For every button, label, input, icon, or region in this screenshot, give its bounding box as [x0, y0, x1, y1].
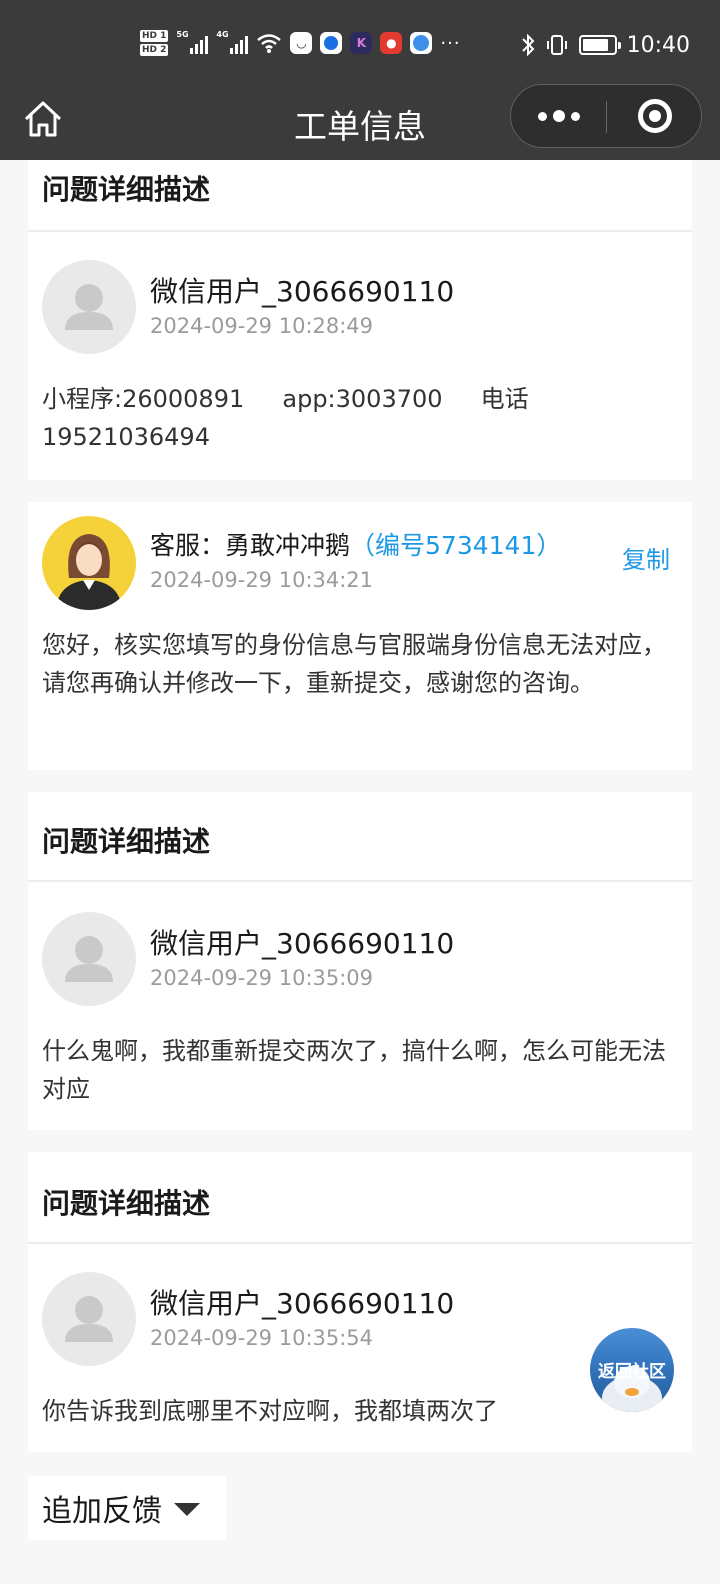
- more-notifications-icon: ···: [440, 32, 461, 54]
- red-app-icon: ●: [380, 32, 403, 54]
- description-card-2: 问题详细描述 微信用户_3066690110 2024-09-29 10:35:…: [28, 792, 692, 1130]
- return-community-label: 返回社区: [598, 1362, 666, 1382]
- miniprogram-capsule: [510, 84, 702, 148]
- section-title: 问题详细描述: [42, 173, 211, 206]
- timestamp: 2024-09-29 10:34:21: [150, 568, 374, 592]
- copy-button[interactable]: 复制: [622, 540, 670, 575]
- signal-4g-icon: 4G: [216, 30, 249, 54]
- clock: 10:40: [626, 32, 690, 58]
- user-placeholder-icon: [65, 936, 113, 982]
- battery-icon: [578, 35, 621, 55]
- section-title: 问题详细描述: [42, 1187, 211, 1220]
- description-card-1: 问题详细描述 微信用户_3066690110 2024-09-29 10:28:…: [28, 160, 692, 480]
- message-text: 什么鬼啊，我都重新提交两次了，搞什么啊，怎么可能无法对应: [42, 1037, 666, 1103]
- more-menu-button[interactable]: [511, 85, 606, 147]
- return-community-button[interactable]: 返回社区: [590, 1328, 674, 1412]
- user-placeholder-icon: [65, 1296, 113, 1342]
- agent-reply-card: 客服：勇敢冲冲鹅（编号5734141） 复制 2024-09-29 10:34:…: [28, 502, 692, 770]
- divider: [28, 230, 692, 232]
- user-name: 微信用户_3066690110: [150, 1287, 455, 1320]
- message-text: 小程序:26000891 app:3003700 电话19521036494: [42, 385, 529, 451]
- agent-id: （编号5734141）: [350, 531, 562, 560]
- section-title: 问题详细描述: [42, 825, 211, 858]
- hd-badges: HD 1 HD 2: [140, 30, 169, 56]
- top-bar: HD 1 HD 2 5G 4G ◡ K ● ··· 10:40 工单信息: [0, 0, 720, 160]
- status-bar: HD 1 HD 2 5G 4G ◡ K ● ··· 10:40: [0, 0, 720, 84]
- user-name: 微信用户_3066690110: [150, 275, 455, 308]
- circle-app-icon: [320, 32, 343, 54]
- agent-avatar-image: [56, 534, 122, 610]
- user-name: 微信用户_3066690110: [150, 927, 455, 960]
- dropdown-triangle-icon: [174, 1502, 200, 1516]
- nav-bar: 工单信息: [0, 84, 720, 160]
- divider: [28, 880, 692, 882]
- add-feedback-label: 追加反馈: [42, 1494, 162, 1529]
- target-icon: [637, 99, 672, 133]
- agent-label: 客服：勇敢冲冲鹅: [150, 531, 351, 560]
- timestamp: 2024-09-29 10:35:54: [150, 1326, 374, 1350]
- browser-icon: [410, 32, 433, 54]
- add-feedback-button[interactable]: 追加反馈: [28, 1476, 226, 1540]
- signal-tag-4g: 4G: [216, 30, 229, 39]
- signal-5g-icon: 5G: [176, 30, 209, 54]
- k-app-icon: K: [350, 32, 373, 54]
- timestamp: 2024-09-29 10:28:49: [150, 314, 374, 338]
- vibrate-icon: [546, 35, 567, 55]
- wifi-icon: [257, 34, 282, 53]
- agent-name-line: 客服：勇敢冲冲鹅（编号5734141）: [150, 526, 561, 562]
- divider: [28, 1242, 692, 1244]
- status-left: HD 1 HD 2 5G 4G ◡ K ● ···: [140, 26, 461, 60]
- message-text: 您好，核实您填写的身份信息与官服端身份信息无法对应，请您再确认并修改一下，重新提…: [42, 631, 666, 697]
- hd-badge-2: HD 2: [140, 44, 169, 56]
- agent-avatar: [42, 516, 136, 610]
- close-miniprogram-button[interactable]: [607, 85, 702, 147]
- user-placeholder-icon: [65, 284, 113, 330]
- chat-icon: ◡: [290, 32, 313, 54]
- timestamp: 2024-09-29 10:35:09: [150, 966, 374, 990]
- status-right: 10:40: [521, 30, 690, 60]
- message-text: 你告诉我到底哪里不对应啊，我都填两次了: [42, 1397, 498, 1425]
- signal-tag-5g: 5G: [176, 30, 189, 39]
- avatar: [42, 260, 136, 354]
- bluetooth-icon: [521, 33, 535, 57]
- avatar: [42, 912, 136, 1006]
- avatar: [42, 1272, 136, 1366]
- hd-badge-1: HD 1: [140, 30, 169, 42]
